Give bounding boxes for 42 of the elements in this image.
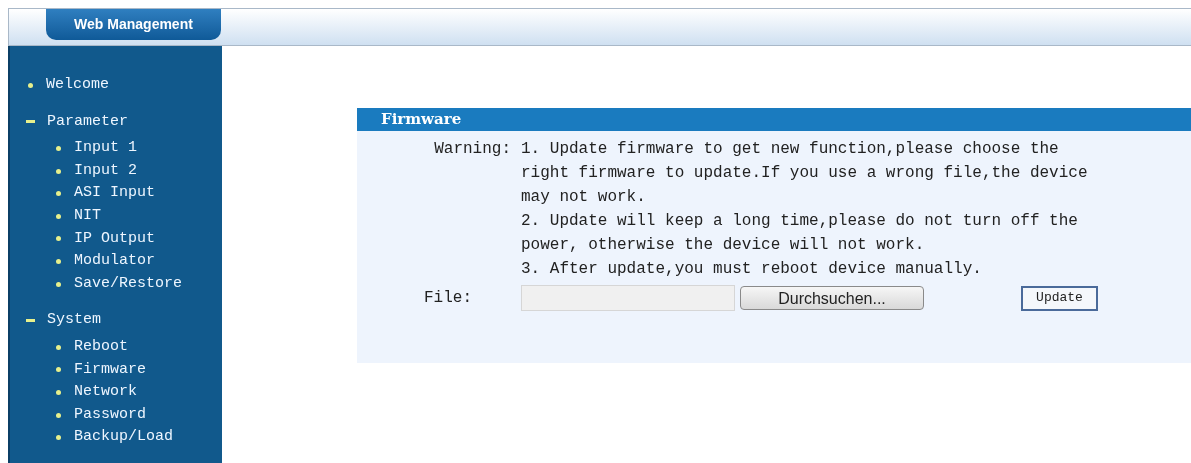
sidebar-link[interactable]: Backup/Load <box>74 426 174 449</box>
bullet-icon <box>56 191 61 197</box>
sidebar-link[interactable]: ASI Input <box>74 182 155 205</box>
bullet-icon <box>28 82 33 88</box>
warning-text-line: 3. After update,you must reboot device manually. <box>521 259 983 280</box>
bullet-icon <box>56 367 61 373</box>
sidebar-group[interactable]: System <box>47 309 101 332</box>
bullet-icon <box>56 146 61 151</box>
sidebar-link[interactable]: Welcome <box>46 74 109 97</box>
file-path-field[interactable] <box>521 285 735 311</box>
sidebar-link[interactable]: Input 2 <box>74 159 137 183</box>
sidebar-link[interactable]: Network <box>74 381 137 404</box>
collapse-icon[interactable] <box>26 319 35 323</box>
bullet-icon <box>56 213 61 219</box>
bullet-icon <box>56 236 61 242</box>
sidebar-link[interactable]: NIT <box>74 205 101 228</box>
sidebar-link[interactable]: Save/Restore <box>74 272 183 296</box>
warning-text-line: right firmware to update.If you use a wrong file,the device <box>521 163 1088 184</box>
sidebar-link[interactable]: IP Output <box>74 227 155 251</box>
file-label: File: <box>424 289 472 307</box>
sidebar-link[interactable]: Input 1 <box>74 137 137 160</box>
update-button[interactable]: Update <box>1021 285 1098 311</box>
bullet-icon <box>56 281 61 287</box>
browse-button[interactable]: Durchsuchen... <box>740 286 924 310</box>
warning-label: Warning: <box>434 139 511 160</box>
bullet-icon <box>56 168 61 174</box>
bullet-icon <box>56 435 61 441</box>
warning-text-line: 2. Update will keep a long time,please do not turn off the <box>521 211 1079 232</box>
warning-text-line: may not work. <box>521 187 647 208</box>
sidebar-link[interactable]: Firmware <box>74 358 146 382</box>
sidebar-link[interactable]: Modulator <box>74 250 155 273</box>
bullet-icon <box>56 412 61 418</box>
bullet-icon <box>56 258 61 264</box>
sidebar-group[interactable]: Parameter <box>47 110 128 134</box>
warning-text-line: 1. Update firmware to get new function,please choose the <box>521 139 1060 160</box>
sidebar-link[interactable]: Reboot <box>74 336 128 359</box>
bullet-icon <box>56 389 61 395</box>
collapse-icon[interactable] <box>26 120 35 124</box>
panel-title: Firmware <box>357 108 1191 131</box>
warning-text-line: power, otherwise the device will not work. <box>521 235 926 256</box>
bullet-icon <box>56 344 61 350</box>
sidebar-link[interactable]: Password <box>74 403 146 427</box>
